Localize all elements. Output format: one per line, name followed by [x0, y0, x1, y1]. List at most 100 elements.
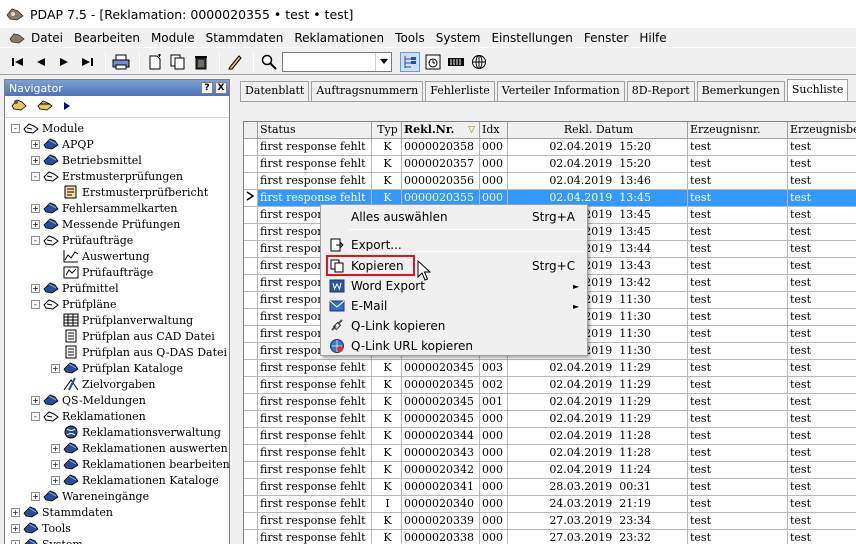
- menu-module[interactable]: Module: [146, 28, 201, 48]
- menu-tools[interactable]: Tools: [390, 28, 431, 48]
- collapse-tree-icon[interactable]: [37, 98, 53, 115]
- copy-document-icon[interactable]: [168, 52, 188, 72]
- collapse-icon[interactable]: -: [11, 123, 20, 133]
- table-row[interactable]: first response fehlt K 0000020344 000 02.04.…: [244, 428, 856, 445]
- tree-node[interactable]: + Reklamationen auswerten: [5, 440, 229, 456]
- search-icon[interactable]: [259, 52, 279, 72]
- tree-node[interactable]: Erstmusterprüfbericht: [5, 184, 229, 200]
- collapse-icon[interactable]: -: [31, 171, 40, 181]
- row-header[interactable]: [244, 513, 258, 530]
- tab-bemerkungen[interactable]: Bemerkungen: [696, 81, 785, 101]
- row-header[interactable]: [244, 224, 258, 241]
- expand-icon[interactable]: +: [51, 363, 60, 373]
- menu-item-word-export[interactable]: Word Export ►: [321, 276, 587, 296]
- table-row[interactable]: first response fehlt K 0000020341 000 28.03.…: [244, 479, 856, 496]
- tree-node[interactable]: + Prüfmittel: [5, 280, 229, 296]
- tab-datenblatt[interactable]: Datenblatt: [240, 81, 310, 101]
- column-header-idx[interactable]: Idx: [480, 122, 508, 139]
- navigator-help-button[interactable]: ?: [201, 82, 213, 94]
- edit-pencil-icon[interactable]: [225, 52, 245, 72]
- tree-node[interactable]: + Messende Prüfungen: [5, 216, 229, 232]
- tree-view-icon[interactable]: [400, 51, 420, 72]
- column-header-erzeugnisnr-[interactable]: Erzeugnisnr.: [688, 122, 788, 139]
- row-header[interactable]: [244, 156, 258, 173]
- menu-hilfe[interactable]: Hilfe: [634, 28, 672, 48]
- previous-record-icon[interactable]: [31, 52, 51, 72]
- menu-item-export[interactable]: Export...: [321, 235, 587, 255]
- tab-auftragsnummern[interactable]: Auftragsnummern: [311, 81, 424, 101]
- expand-icon[interactable]: +: [11, 523, 20, 533]
- row-header[interactable]: [244, 394, 258, 411]
- menu-system[interactable]: System: [431, 28, 487, 48]
- tree-node[interactable]: Prüfplan aus CAD Datei: [5, 328, 229, 344]
- row-header[interactable]: [244, 275, 258, 292]
- table-row[interactable]: first response fehlt K 0000020345 003 02.04.…: [244, 360, 856, 377]
- first-record-icon[interactable]: [8, 52, 28, 72]
- tab-suchliste[interactable]: Suchliste: [786, 79, 849, 101]
- menu-reklamationen[interactable]: Reklamationen: [289, 28, 390, 48]
- row-header[interactable]: [244, 445, 258, 462]
- expand-tree-icon[interactable]: [11, 98, 27, 115]
- table-row[interactable]: first response fehlt K 0000020345 001 02.04.…: [244, 394, 856, 411]
- menu-bearbeiten[interactable]: Bearbeiten: [69, 28, 146, 48]
- row-header[interactable]: [244, 343, 258, 360]
- tree-node[interactable]: Prüfaufträge: [5, 264, 229, 280]
- menu-datei[interactable]: Datei: [4, 28, 69, 48]
- column-header-typ[interactable]: Typ: [372, 122, 402, 139]
- tree-node[interactable]: + Prüfplan Kataloge: [5, 360, 229, 376]
- menu-item-q-link-url-kopieren[interactable]: Q-Link URL kopieren: [321, 336, 587, 356]
- tree-node[interactable]: + Fehlersammelkarten: [5, 200, 229, 216]
- column-header-rekl-nr-[interactable]: Rekl.Nr. ▽: [402, 122, 480, 139]
- expand-icon[interactable]: +: [31, 219, 40, 229]
- tree-node[interactable]: - Module: [5, 120, 229, 136]
- tree-node[interactable]: - Reklamationen: [5, 408, 229, 424]
- row-header[interactable]: [244, 428, 258, 445]
- collapse-icon[interactable]: -: [31, 299, 40, 309]
- row-header[interactable]: [244, 479, 258, 496]
- menu-item-alles-ausw-hlen[interactable]: Alles auswählen Strg+A: [321, 207, 587, 227]
- barcode-icon[interactable]: [446, 52, 466, 72]
- expand-icon[interactable]: +: [31, 155, 40, 165]
- last-record-icon[interactable]: [77, 52, 97, 72]
- expand-icon[interactable]: +: [31, 283, 40, 293]
- menu-einstellungen[interactable]: Einstellungen: [486, 28, 578, 48]
- row-header[interactable]: [244, 530, 258, 544]
- row-header[interactable]: [244, 462, 258, 479]
- new-document-icon[interactable]: [145, 52, 165, 72]
- chevron-down-icon[interactable]: [375, 52, 391, 71]
- row-header[interactable]: [244, 309, 258, 326]
- tab-8d-report[interactable]: 8D-Report: [626, 81, 695, 101]
- row-header[interactable]: [244, 207, 258, 224]
- delete-icon[interactable]: [191, 52, 211, 72]
- expand-icon[interactable]: +: [31, 491, 40, 501]
- menu-stammdaten[interactable]: Stammdaten: [201, 28, 290, 48]
- expand-icon[interactable]: +: [51, 459, 60, 469]
- tree-node[interactable]: - Prüfpläne: [5, 296, 229, 312]
- tree-node[interactable]: + Wareneingänge: [5, 488, 229, 504]
- globe-icon[interactable]: [469, 52, 489, 72]
- row-header[interactable]: [244, 190, 258, 207]
- tree-node[interactable]: - Erstmusterprüfungen: [5, 168, 229, 184]
- tree-node[interactable]: Prüfplan aus Q-DAS Datei: [5, 344, 229, 360]
- row-header[interactable]: [244, 258, 258, 275]
- tree-node[interactable]: - Prüfaufträge: [5, 232, 229, 248]
- tree-node[interactable]: + Reklamationen Kataloge: [5, 472, 229, 488]
- tree-node[interactable]: Reklamationsverwaltung: [5, 424, 229, 440]
- table-row[interactable]: first response fehlt K 0000020342 000 02.04.…: [244, 462, 856, 479]
- tree-node[interactable]: Auswertung: [5, 248, 229, 264]
- table-row[interactable]: first response fehlt K 0000020343 000 02.04.…: [244, 445, 856, 462]
- search-combobox[interactable]: [282, 51, 392, 72]
- tree-node[interactable]: + Stammdaten: [5, 504, 229, 520]
- calendar-clock-icon[interactable]: [423, 52, 443, 72]
- table-row[interactable]: first response fehlt I 0000020340 000 24.03.…: [244, 496, 856, 513]
- expand-icon[interactable]: +: [51, 475, 60, 485]
- row-header[interactable]: [244, 377, 258, 394]
- row-header[interactable]: [244, 360, 258, 377]
- tree-node[interactable]: + APQP: [5, 136, 229, 152]
- row-header[interactable]: [244, 411, 258, 428]
- tree-node[interactable]: + Reklamationen bearbeiten: [5, 456, 230, 472]
- row-header[interactable]: [244, 496, 258, 513]
- tab-verteiler-information[interactable]: Verteiler Information: [496, 81, 625, 101]
- tree-node[interactable]: + System: [5, 536, 229, 544]
- column-header-erzeugnisbez-[interactable]: Erzeugnisbez.: [788, 122, 856, 139]
